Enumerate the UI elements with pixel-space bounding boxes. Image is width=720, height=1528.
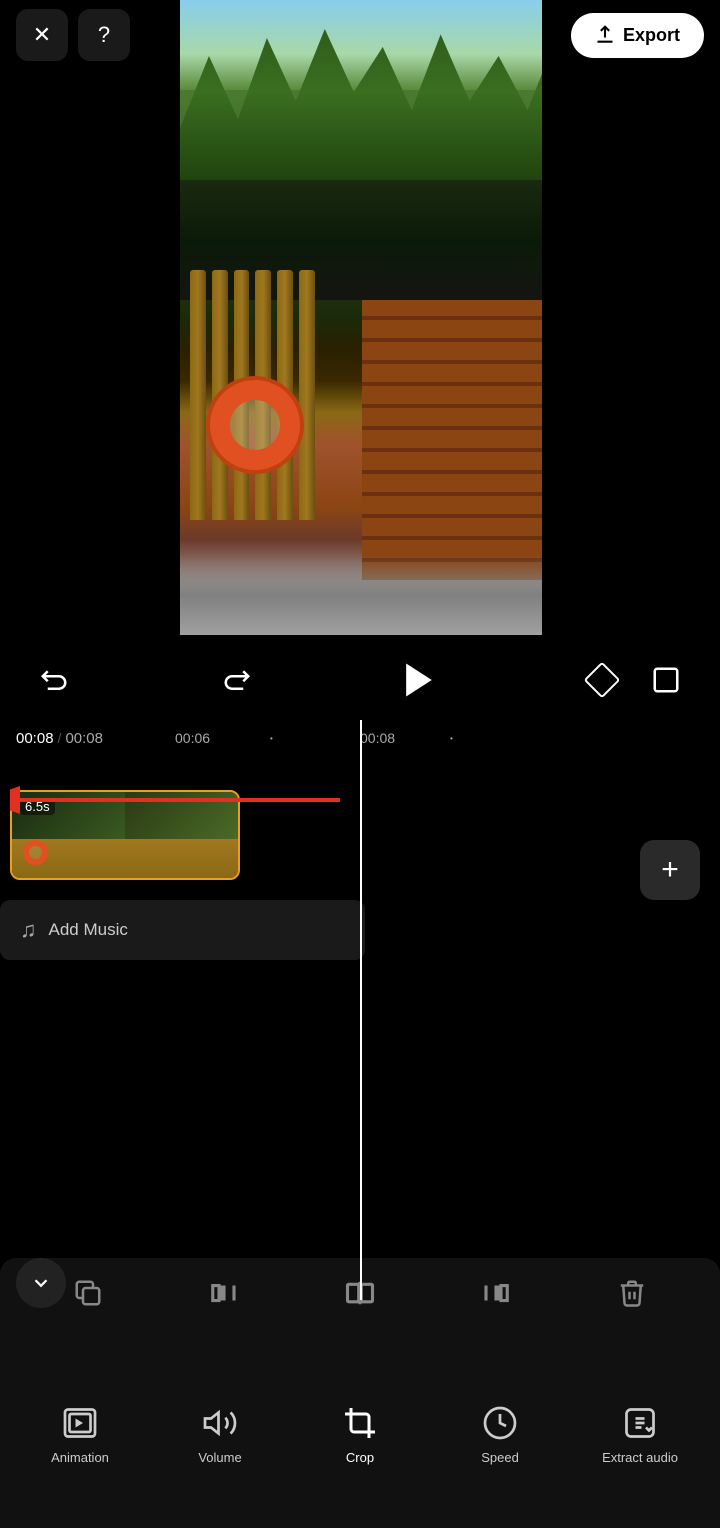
crop-svg <box>342 1405 378 1441</box>
timecode-divider: / <box>58 730 62 746</box>
scene-foreground <box>180 555 542 635</box>
volume-tool[interactable]: Volume <box>180 1402 260 1465</box>
trim-right-icon <box>481 1278 511 1308</box>
extract-audio-label: Extract audio <box>602 1450 678 1465</box>
speed-icon <box>479 1402 521 1444</box>
end-time: 00:08 <box>360 730 395 746</box>
undo-button[interactable] <box>30 656 78 704</box>
animation-icon <box>59 1402 101 1444</box>
volume-icon <box>199 1402 241 1444</box>
help-button[interactable]: ? <box>78 9 130 61</box>
delete-button[interactable] <box>607 1268 657 1318</box>
delete-icon <box>617 1278 647 1308</box>
total-time: 00:08 <box>65 730 103 747</box>
trim-left-button[interactable] <box>199 1268 249 1318</box>
video-frame <box>180 0 542 635</box>
export-label: Export <box>623 25 680 46</box>
timeline-area: 00:08 / 00:08 00:06 • 00:08 • <box>0 720 720 1300</box>
red-arrow-svg <box>10 770 350 830</box>
animation-svg <box>62 1405 98 1441</box>
video-preview <box>180 0 542 635</box>
redo-icon <box>222 665 252 695</box>
volume-label: Volume <box>198 1450 241 1465</box>
crop-tool[interactable]: Crop <box>320 1402 400 1465</box>
fullscreen-icon <box>651 665 681 695</box>
keyframe-button[interactable] <box>578 656 626 704</box>
trim-left-icon <box>209 1278 239 1308</box>
add-clip-button[interactable]: + <box>640 840 700 900</box>
dot1: • <box>270 734 273 743</box>
top-bar: ✕ ? Export <box>0 0 720 70</box>
redo-button[interactable] <box>213 656 261 704</box>
music-label: Add Music <box>49 920 128 940</box>
extract-audio-tool[interactable]: Extract audio <box>600 1402 680 1465</box>
animation-label: Animation <box>51 1450 109 1465</box>
speed-label: Speed <box>481 1450 519 1465</box>
export-icon <box>595 25 615 45</box>
speed-tool[interactable]: Speed <box>460 1402 540 1465</box>
trim-right-button[interactable] <box>471 1268 521 1318</box>
playhead <box>360 720 362 1300</box>
playback-controls <box>0 640 720 720</box>
extract-audio-svg <box>622 1405 658 1441</box>
export-button[interactable]: Export <box>571 13 704 58</box>
undo-icon <box>39 665 69 695</box>
dot2: • <box>450 734 453 743</box>
life-ring <box>210 380 300 470</box>
tool-items: Animation Volume Crop <box>0 1328 720 1528</box>
right-controls <box>578 656 690 704</box>
fence-post <box>190 270 206 520</box>
fullscreen-button[interactable] <box>642 656 690 704</box>
play-icon <box>397 658 441 702</box>
keyframe-icon <box>584 662 621 699</box>
collapse-icon <box>30 1272 52 1294</box>
scene-brick <box>362 300 542 580</box>
crop-label: Crop <box>346 1450 374 1465</box>
duplicate-icon <box>73 1278 103 1308</box>
crop-icon <box>339 1402 381 1444</box>
volume-svg <box>202 1405 238 1441</box>
music-icon: ♫ <box>20 917 37 943</box>
mid-time: 00:06 <box>175 730 210 746</box>
collapse-button[interactable] <box>16 1258 66 1308</box>
top-bar-left: ✕ ? <box>16 9 130 61</box>
close-button[interactable]: ✕ <box>16 9 68 61</box>
feature-toolbar: Animation Volume Crop <box>0 1328 720 1528</box>
animation-tool[interactable]: Animation <box>40 1402 120 1465</box>
annotation-arrow <box>10 770 350 830</box>
duplicate-button[interactable] <box>63 1268 113 1318</box>
play-button[interactable] <box>395 656 443 704</box>
speed-svg <box>482 1405 518 1441</box>
fence-post <box>299 270 315 520</box>
extract-audio-icon <box>619 1402 661 1444</box>
add-music-button[interactable]: ♫ Add Music <box>0 900 365 960</box>
current-time: 00:08 <box>16 730 54 747</box>
